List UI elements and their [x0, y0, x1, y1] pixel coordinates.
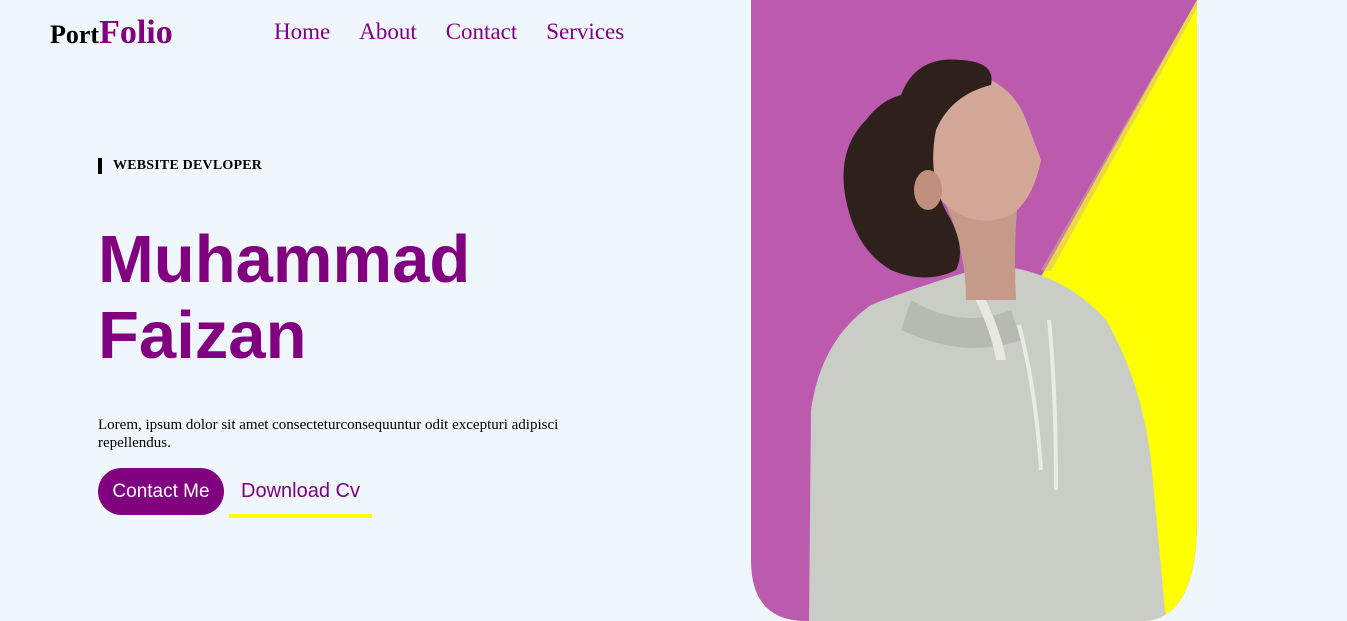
- nav-contact[interactable]: Contact: [446, 19, 518, 45]
- name-line-1: Muhammad: [98, 222, 471, 297]
- tagline: WEBSITE DEVLOPER: [98, 158, 262, 174]
- hero-description: Lorem, ipsum dolor sit amet consecteturc…: [98, 417, 559, 451]
- logo[interactable]: PortFolio: [50, 14, 173, 52]
- hero-image: [751, 0, 1197, 621]
- logo-prefix: Port: [50, 20, 100, 49]
- nav-home[interactable]: Home: [274, 19, 330, 45]
- hero-name: Muhammad Faizan: [98, 222, 470, 374]
- name-line-2: Faizan: [98, 298, 307, 373]
- tagline-bar: [98, 158, 102, 174]
- contact-me-button[interactable]: Contact Me: [98, 468, 224, 515]
- logo-accent: Folio: [99, 14, 173, 51]
- nav-about[interactable]: About: [359, 19, 417, 45]
- download-cv-button[interactable]: Download Cv: [229, 468, 372, 518]
- tagline-text: WEBSITE DEVLOPER: [113, 158, 263, 173]
- main-nav: Home About Contact Services: [274, 19, 624, 45]
- nav-services[interactable]: Services: [546, 19, 624, 45]
